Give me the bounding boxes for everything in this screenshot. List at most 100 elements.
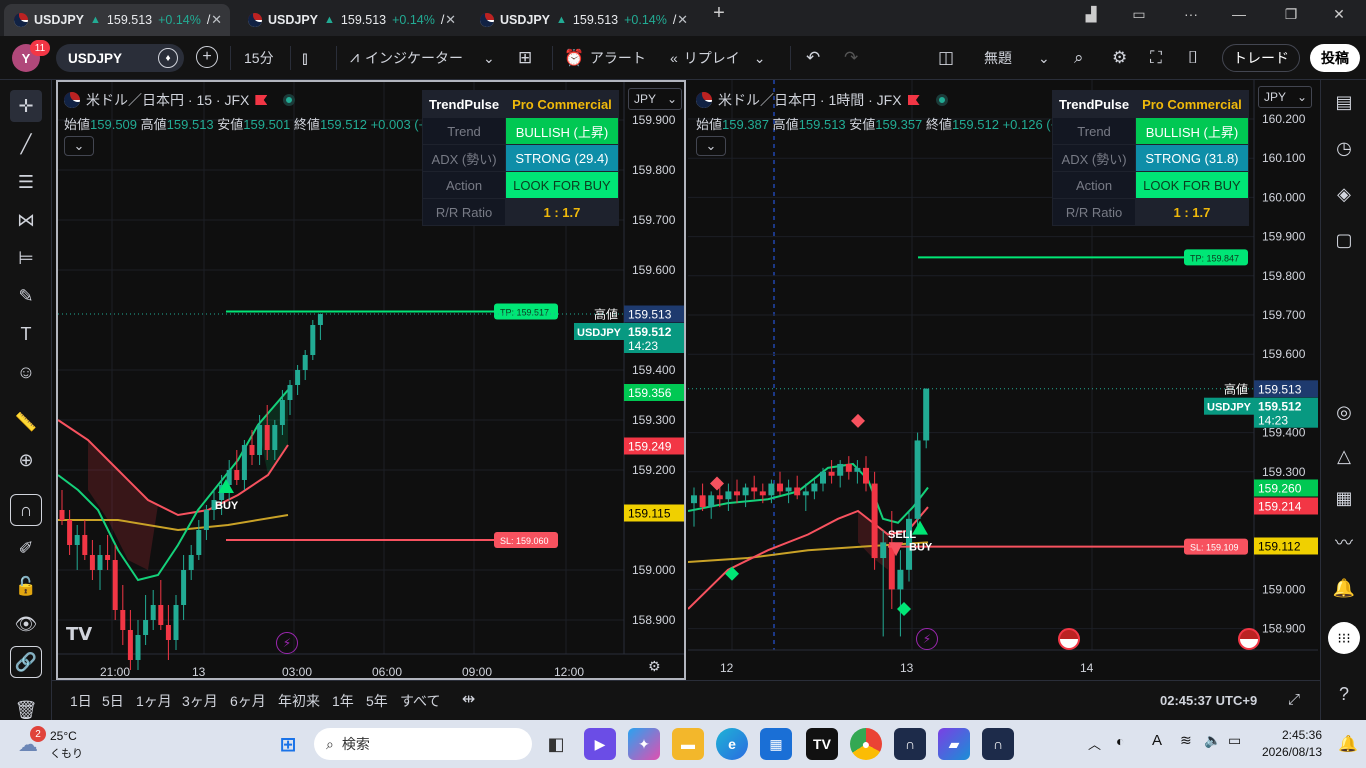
- alerts-clock-icon[interactable]: ◷: [1328, 132, 1360, 164]
- more-icon[interactable]: ···: [1176, 6, 1206, 22]
- range-3m[interactable]: 3ヶ月: [182, 691, 218, 711]
- close-tab-icon[interactable]: ✕: [445, 12, 456, 28]
- publish-button[interactable]: 投稿: [1310, 44, 1360, 72]
- close-tab-icon[interactable]: ✕: [677, 12, 688, 28]
- chrome-icon[interactable]: ●: [850, 728, 882, 760]
- emoji-icon[interactable]: ☺: [10, 356, 42, 388]
- split-layout-icon[interactable]: ◫: [938, 36, 954, 80]
- indicators-button[interactable]: ⩘ インジケーター ⌄: [350, 36, 495, 80]
- task-view-icon[interactable]: ◧: [540, 728, 572, 760]
- help-icon[interactable]: ?: [1328, 678, 1360, 710]
- tab-usdjpy-1[interactable]: USDJPY ▲ 159.513 +0.14% / ✕: [4, 4, 230, 36]
- range-all[interactable]: すべて: [400, 691, 440, 711]
- chat-icon[interactable]: ▢: [1328, 224, 1360, 256]
- wifi-icon[interactable]: ≋: [1180, 732, 1192, 749]
- link-icon[interactable]: 🔗: [10, 646, 42, 678]
- brush-icon[interactable]: ✎: [10, 280, 42, 312]
- us-event-icon[interactable]: [1058, 628, 1080, 650]
- magnet-icon[interactable]: ∩: [10, 494, 42, 526]
- clipchamp-icon[interactable]: ▰: [938, 728, 970, 760]
- text-icon[interactable]: T: [10, 318, 42, 350]
- edge-icon[interactable]: e: [716, 728, 748, 760]
- watchlist-icon[interactable]: ▤: [1328, 86, 1360, 118]
- close-window-icon[interactable]: ✕: [1324, 6, 1354, 23]
- target-icon[interactable]: ◎: [1328, 396, 1360, 428]
- range-5y[interactable]: 5年: [366, 691, 388, 711]
- vpn-icon[interactable]: ◐: [1116, 733, 1124, 749]
- symbol-search[interactable]: USDJPY ♦: [56, 44, 184, 72]
- tab-usdjpy-2[interactable]: USDJPY ▲ 159.513 +0.14% / ✕: [238, 4, 464, 36]
- goto-date-icon[interactable]: ⇹: [462, 689, 475, 709]
- pattern-icon[interactable]: ⋈: [10, 204, 42, 236]
- range-1d[interactable]: 1日: [70, 691, 92, 711]
- alert-button[interactable]: ⏰ アラート: [564, 36, 646, 80]
- teams-icon[interactable]: ▶: [584, 728, 616, 760]
- copilot-icon[interactable]: ✦: [628, 728, 660, 760]
- tray-chevron-icon[interactable]: ︿: [1088, 734, 1101, 753]
- us-event-icon[interactable]: [1238, 628, 1260, 650]
- tradingview-app-icon[interactable]: TV: [806, 728, 838, 760]
- candle-type-icon[interactable]: ⫾: [302, 36, 308, 80]
- layers-icon[interactable]: ◈: [1328, 178, 1360, 210]
- stats-icon[interactable]: ▟: [1076, 6, 1106, 23]
- zoom-in-icon[interactable]: ⊕: [10, 444, 42, 476]
- event-lightning-icon[interactable]: ⚡: [276, 632, 298, 654]
- currency-select[interactable]: JPY ⌄: [628, 88, 682, 110]
- layout-name-button[interactable]: 無題 ⌄: [984, 36, 1050, 80]
- settings-gear-icon[interactable]: ⚙: [1112, 36, 1127, 80]
- stream-icon[interactable]: 〰: [1328, 526, 1360, 558]
- volume-icon[interactable]: 🔈: [1204, 732, 1221, 749]
- taskbar-search[interactable]: ⌕ 検索: [314, 728, 532, 760]
- utc-clock[interactable]: 02:45:37 UTC+9: [1160, 693, 1257, 708]
- replay-button[interactable]: « リプレイ ⌄: [670, 36, 766, 80]
- fib-icon[interactable]: ☰: [10, 166, 42, 198]
- range-6m[interactable]: 6ヶ月: [230, 691, 266, 711]
- maximize-chart-icon[interactable]: ⤢: [1288, 691, 1300, 708]
- range-1y[interactable]: 1年: [332, 691, 354, 711]
- windows-start-icon[interactable]: ⊞: [272, 728, 304, 760]
- notification-bell-icon[interactable]: 🔔: [1338, 734, 1358, 754]
- eye-icon[interactable]: 👁: [10, 608, 42, 640]
- chart-settings-gear-icon[interactable]: ⚙: [648, 658, 661, 675]
- range-5d[interactable]: 5日: [102, 691, 124, 711]
- chart-pane-1h[interactable]: 160.200 160.100 160.000 159.900 159.800 159.7…: [688, 80, 1318, 680]
- compare-add-icon[interactable]: +: [196, 46, 218, 68]
- tab-usdjpy-3[interactable]: USDJPY ▲ 159.513 +0.14% / ✕: [470, 4, 696, 36]
- event-lightning-icon[interactable]: ⚡: [916, 628, 938, 650]
- range-1m[interactable]: 1ヶ月: [136, 691, 172, 711]
- ideas-icon[interactable]: △: [1328, 440, 1360, 472]
- battery-icon[interactable]: ▭: [1228, 732, 1241, 749]
- camera-icon[interactable]: ⌷: [1188, 36, 1198, 80]
- file-explorer-icon[interactable]: ▬: [672, 728, 704, 760]
- trade-button[interactable]: トレード: [1222, 44, 1300, 72]
- crosshair-icon[interactable]: ✛: [10, 90, 42, 122]
- collapse-legend-button[interactable]: ⌄: [696, 136, 726, 156]
- range-ytd[interactable]: 年初来: [278, 691, 320, 711]
- new-tab-icon[interactable]: +: [704, 2, 734, 25]
- ime-indicator[interactable]: A: [1152, 732, 1162, 749]
- currency-select[interactable]: JPY ⌄: [1258, 86, 1312, 108]
- apps-grid-icon[interactable]: ⁝⁝⁝: [1328, 622, 1360, 654]
- store-icon[interactable]: ▦: [760, 728, 792, 760]
- quick-search-icon[interactable]: ⌕: [1074, 36, 1084, 80]
- lock-pen-icon[interactable]: ✐: [10, 532, 42, 564]
- clock-date[interactable]: 2026/08/13: [1258, 745, 1322, 759]
- minimize-icon[interactable]: —: [1224, 6, 1254, 22]
- lock-icon[interactable]: 🔓: [10, 570, 42, 602]
- app-n-icon[interactable]: ∩: [894, 728, 926, 760]
- monitor-icon[interactable]: ▭: [1124, 6, 1154, 23]
- trend-line-icon[interactable]: ╱: [10, 128, 42, 160]
- clock-time[interactable]: 2:45:36: [1278, 728, 1322, 742]
- close-tab-icon[interactable]: ✕: [211, 12, 222, 28]
- chart-pane-15m[interactable]: 159.900 159.800 159.700 159.600 159.400 159.3…: [56, 80, 686, 680]
- redo-icon[interactable]: ↷: [844, 36, 858, 80]
- maximize-icon[interactable]: ❐: [1276, 6, 1306, 23]
- calendar-icon[interactable]: ▦: [1328, 482, 1360, 514]
- layouts-icon[interactable]: ⊞: [518, 36, 532, 80]
- undo-icon[interactable]: ↶: [806, 36, 820, 80]
- forecast-icon[interactable]: ⊨: [10, 242, 42, 274]
- bell-icon[interactable]: 🔔: [1328, 572, 1360, 604]
- app-n2-icon[interactable]: ∩: [982, 728, 1014, 760]
- fullscreen-icon[interactable]: ⛶: [1150, 36, 1162, 80]
- ruler-icon[interactable]: 📏: [10, 406, 42, 438]
